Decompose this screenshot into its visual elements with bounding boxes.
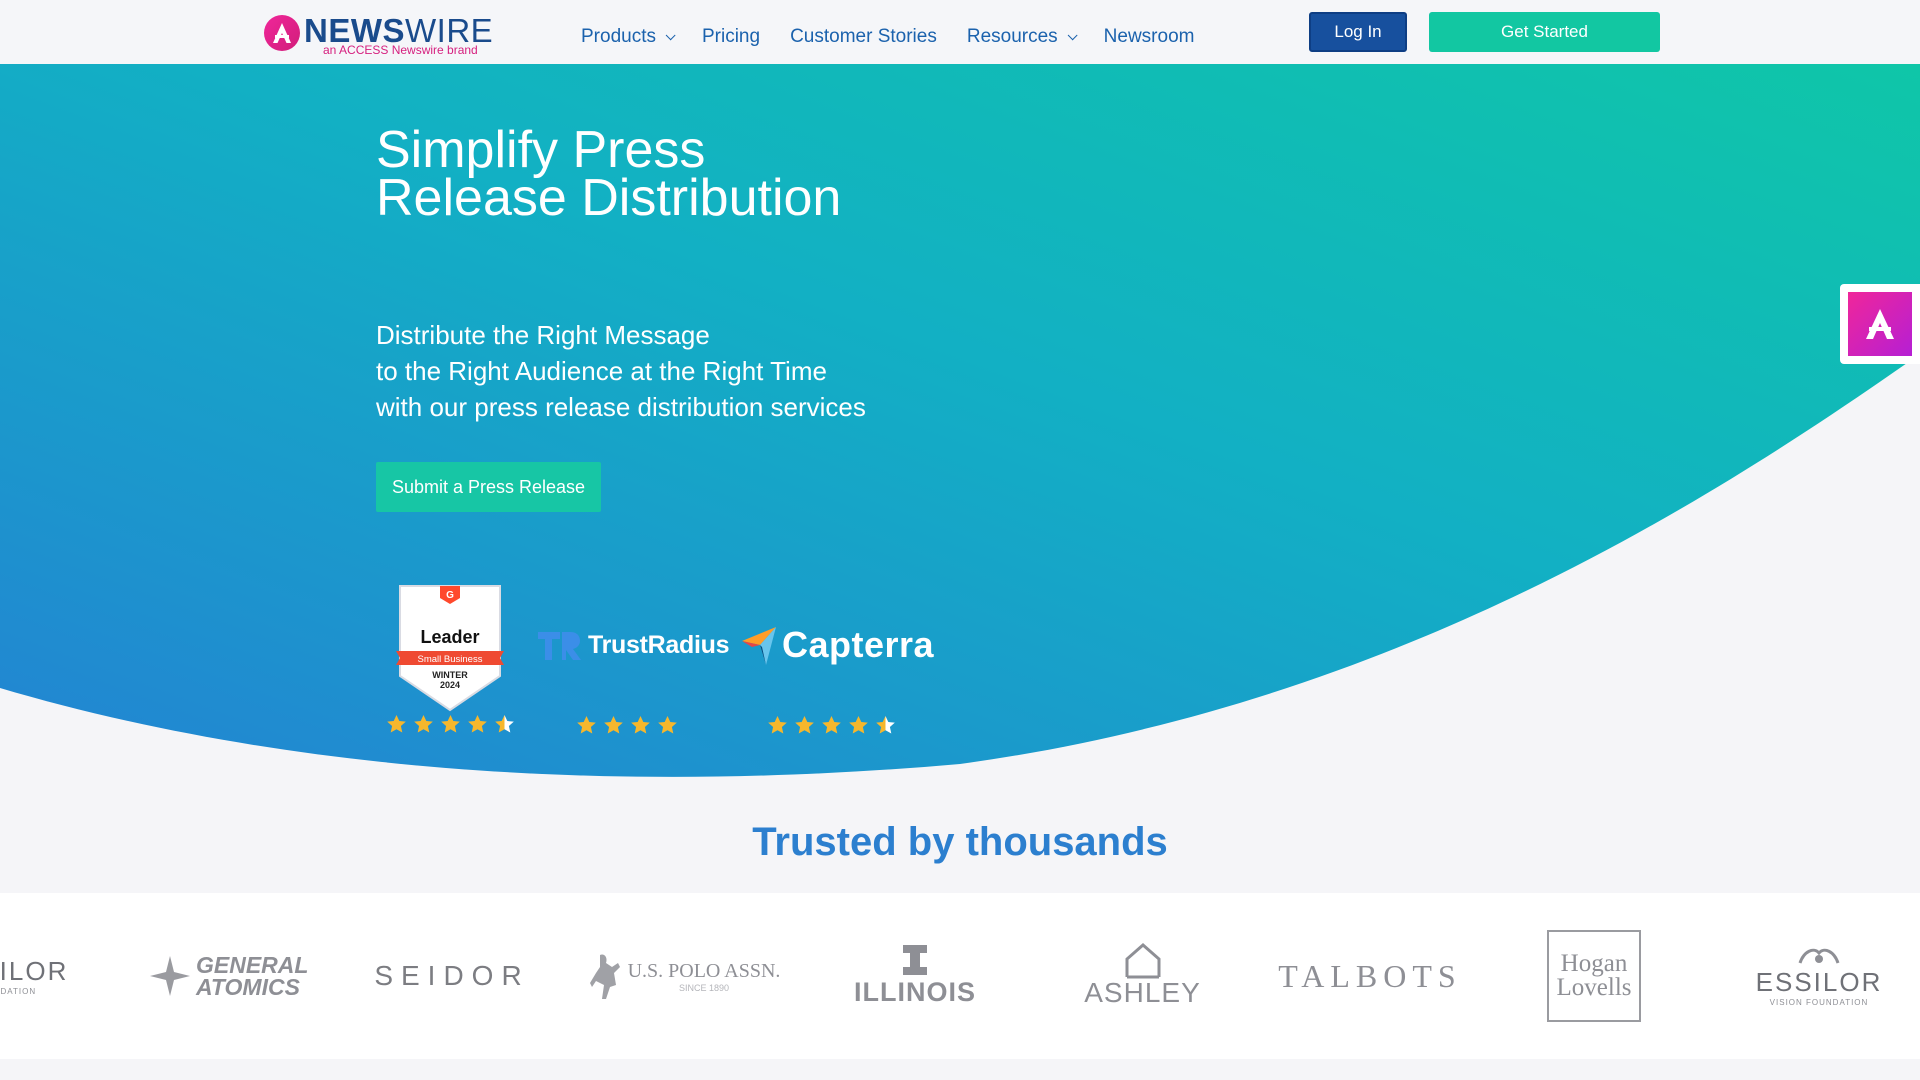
star-icon (822, 716, 841, 734)
star-icon (604, 716, 623, 734)
logo-tagline: an ACCESS Newswire brand (323, 43, 478, 57)
nav-pricing[interactable]: Pricing (702, 26, 760, 48)
trusted-heading: Trusted by thousands (752, 820, 1168, 864)
star-icon (414, 715, 433, 733)
hero-subtitle-line: to the Right Audience at the Right Time (376, 356, 827, 386)
nav-newsroom[interactable]: Newsroom (1104, 26, 1195, 48)
brand-name: GENERAL ATOMICS (196, 952, 309, 1000)
star-icon (631, 716, 650, 734)
hero-title: Simplify Press Release Distribution (376, 121, 842, 227)
star-icon (795, 716, 814, 734)
g2-badge-title: Leader (420, 627, 479, 647)
nav-customer-stories[interactable]: Customer Stories (790, 26, 937, 48)
general-atomics-emblem (150, 956, 190, 996)
polo-player-icon (589, 954, 620, 999)
star-icon (768, 716, 787, 734)
capterra-logo: Capterra (740, 624, 934, 666)
ashley-house-icon (1125, 943, 1160, 979)
star-icon (441, 715, 460, 733)
brand-logo-ashley: ASHLEY (1065, 893, 1220, 1059)
brand-name: ASHLEY (1084, 977, 1201, 1008)
hero-subtitle-line: Distribute the Right Message (376, 320, 710, 350)
submit-press-release-button[interactable]: Submit a Press Release (376, 462, 601, 512)
brand-logo-us-polo: U.S. POLO ASSN. SINCE 1890 (585, 893, 785, 1059)
brand-logo-essilor-partial: ESSILOR FOUNDATION (0, 893, 70, 1059)
half-star-icon (495, 715, 514, 733)
login-button[interactable]: Log In (1309, 12, 1407, 52)
star-icon (577, 716, 596, 734)
main-nav: Products Pricing Customer Stories Resour… (581, 26, 1224, 48)
access-logo-icon (264, 15, 300, 51)
brand-name: ILLINOIS (854, 976, 976, 1007)
access-widget-icon (1848, 292, 1912, 356)
g2-stars (386, 714, 515, 734)
trustradius-name: TrustRadius (588, 630, 730, 659)
trustradius-logo: TrustRadius (536, 628, 729, 662)
hero-subtitle-line: with our press release distribution serv… (376, 392, 866, 422)
chevron-down-icon (1067, 29, 1078, 40)
brand-subtitle: SINCE 1890 (678, 982, 729, 993)
brand-name: ESSILOR (1755, 967, 1883, 997)
star-icon (468, 715, 487, 733)
brand-name: Hogan Lovells (1556, 950, 1632, 1001)
brand-logo-essilor: ESSILOR VISION FOUNDATION (1750, 893, 1888, 1059)
illinois-block-i-icon (903, 944, 927, 975)
g2-leader-badge: G Leader Small Business WINTER 2024 (396, 585, 504, 712)
brand-name: ESSILOR (0, 956, 69, 986)
brand-logo-talbots: TALBOTS (1265, 893, 1475, 1059)
newswire-logo[interactable]: NEWSWIRE an ACCESS Newswire brand (264, 12, 493, 57)
brand-logo-hogan-lovells: Hogan Lovells (1545, 893, 1643, 1059)
nav-products[interactable]: Products (581, 26, 676, 48)
access-side-widget[interactable] (1840, 284, 1920, 364)
trustradius-icon (538, 632, 581, 660)
brand-logo-seidor: SEIDOR (372, 893, 532, 1059)
star-icon (658, 716, 677, 734)
capterra-name: Capterra (782, 624, 935, 665)
site-header: NEWSWIRE an ACCESS Newswire brand Produc… (0, 0, 1920, 64)
brand-name: SEIDOR (374, 960, 530, 991)
hero-subtitle: Distribute the Right Message to the Righ… (376, 317, 996, 425)
g2-badge-season: WINTER (432, 670, 468, 680)
get-started-button[interactable]: Get Started (1429, 12, 1660, 52)
brand-name: U.S. POLO ASSN. (627, 959, 781, 982)
star-icon (387, 715, 406, 733)
g2-badge-ribbon: Small Business (418, 654, 483, 665)
chevron-down-icon (665, 29, 676, 40)
essilor-eye-icon (1798, 948, 1840, 964)
nav-resources[interactable]: Resources (967, 26, 1078, 48)
brand-name: TALBOTS (1278, 957, 1462, 994)
brand-logo-illinois: ILLINOIS (840, 893, 990, 1059)
client-logo-strip: ESSILOR FOUNDATION GENERAL ATOMICS SEIDO… (0, 893, 1920, 1059)
star-icon (849, 716, 868, 734)
capterra-icon (742, 627, 776, 665)
capterra-stars (767, 715, 896, 735)
g2-badge-year: 2024 (440, 680, 460, 690)
brand-subtitle: FOUNDATION (0, 987, 37, 996)
brand-subtitle: VISION FOUNDATION (1769, 998, 1869, 1007)
trustradius-stars (576, 715, 678, 735)
svg-text:G: G (446, 590, 454, 601)
half-star-icon (876, 716, 895, 734)
brand-logo-general-atomics: GENERAL ATOMICS (142, 893, 322, 1059)
